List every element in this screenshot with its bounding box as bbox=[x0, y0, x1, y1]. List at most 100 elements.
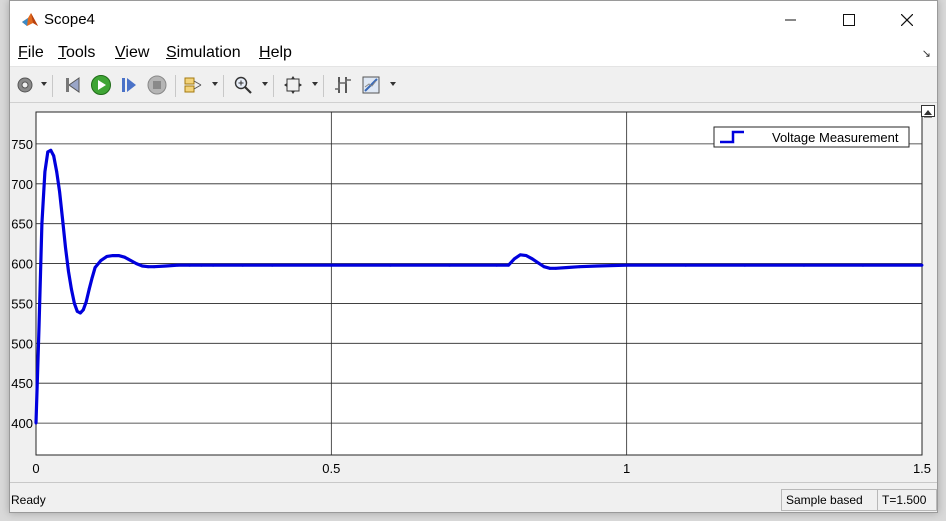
signal-selector-icon bbox=[184, 77, 202, 93]
data-point bbox=[270, 263, 274, 267]
data-point bbox=[495, 263, 499, 267]
data-point bbox=[73, 302, 76, 305]
autoscale-button[interactable] bbox=[282, 73, 304, 97]
minimize-button[interactable] bbox=[762, 1, 820, 39]
data-point bbox=[117, 254, 121, 257]
run-button[interactable] bbox=[90, 73, 112, 97]
close-icon bbox=[901, 14, 913, 26]
style-button[interactable] bbox=[360, 73, 382, 97]
data-point bbox=[188, 263, 192, 267]
data-point bbox=[49, 148, 53, 152]
minimize-icon bbox=[785, 19, 796, 21]
y-tick-label: 550 bbox=[11, 296, 33, 311]
data-point bbox=[105, 255, 109, 258]
data-point bbox=[87, 287, 91, 291]
scope-window: Scope4 File Tools View Simulation Help ↘ bbox=[9, 0, 938, 513]
zoom-button[interactable] bbox=[232, 73, 254, 97]
x-tick-label: 1 bbox=[623, 461, 630, 476]
data-point bbox=[46, 150, 50, 154]
chart-legend: Voltage Measurement bbox=[713, 126, 910, 148]
data-point bbox=[81, 308, 85, 312]
status-ready: Ready bbox=[11, 493, 46, 507]
data-point bbox=[595, 264, 599, 268]
run-icon bbox=[91, 75, 111, 95]
sample-mode: Sample based bbox=[781, 489, 878, 511]
data-point bbox=[123, 255, 126, 259]
cursor-measurements-icon bbox=[335, 77, 351, 93]
data-point bbox=[99, 259, 103, 262]
simulation-time: T=1.500 bbox=[877, 489, 937, 511]
settings-icon bbox=[17, 77, 33, 93]
plot-area: 400 450 500 550 600 650 700 750 0 0.5 1 1.5 Voltag… bbox=[10, 103, 937, 481]
settings-button[interactable] bbox=[14, 73, 36, 97]
window-title: Scope4 bbox=[44, 11, 95, 28]
data-point bbox=[90, 276, 94, 280]
data-point bbox=[70, 287, 73, 291]
step-forward-button[interactable] bbox=[118, 73, 140, 97]
signal-selector-button[interactable] bbox=[182, 73, 204, 97]
menu-view[interactable]: View bbox=[115, 44, 149, 62]
data-point bbox=[34, 421, 38, 425]
menu-tools[interactable]: Tools bbox=[58, 44, 95, 62]
menu-help[interactable]: Help bbox=[259, 44, 292, 62]
data-point bbox=[524, 254, 528, 257]
step-forward-icon bbox=[122, 78, 136, 92]
y-tick-label: 750 bbox=[11, 137, 33, 152]
data-point bbox=[554, 266, 558, 270]
menu-bar: File Tools View Simulation Help ↘ bbox=[10, 39, 937, 67]
x-tick-label: 1.5 bbox=[913, 461, 931, 476]
data-point bbox=[684, 263, 688, 267]
scope-chart[interactable]: 400 450 500 550 600 650 700 750 0 0.5 1 1.5 Voltag… bbox=[10, 103, 938, 481]
data-point bbox=[200, 263, 203, 267]
data-point bbox=[43, 170, 47, 174]
data-point bbox=[578, 265, 581, 269]
matlab-logo-icon bbox=[22, 13, 38, 26]
data-point bbox=[329, 263, 333, 267]
data-point bbox=[37, 326, 41, 329]
y-tick-label: 450 bbox=[11, 376, 33, 391]
menu-file[interactable]: File bbox=[18, 44, 44, 62]
data-point bbox=[743, 263, 747, 267]
stop-button[interactable] bbox=[146, 73, 168, 97]
data-point bbox=[146, 265, 150, 269]
toolbar bbox=[10, 67, 937, 103]
cursor-measurements-button[interactable] bbox=[332, 73, 354, 97]
step-back-icon bbox=[66, 77, 80, 93]
y-tick-label: 400 bbox=[11, 416, 33, 431]
data-point bbox=[389, 263, 392, 267]
data-point bbox=[536, 261, 540, 265]
maximize-icon bbox=[843, 14, 855, 26]
data-point bbox=[530, 257, 534, 261]
data-point bbox=[135, 262, 138, 265]
data-point bbox=[211, 263, 215, 267]
restore-axes-icon[interactable] bbox=[921, 105, 935, 118]
style-icon bbox=[362, 76, 380, 94]
data-point bbox=[61, 218, 64, 222]
dock-arrow-icon[interactable]: ↘ bbox=[922, 47, 931, 60]
status-bar: Ready Sample based T=1.500 bbox=[10, 482, 937, 512]
data-point bbox=[152, 265, 156, 269]
autoscale-icon bbox=[284, 76, 302, 94]
data-point bbox=[140, 264, 144, 268]
data-point bbox=[78, 311, 82, 315]
data-point bbox=[507, 263, 510, 267]
title-bar: Scope4 bbox=[10, 1, 937, 39]
menu-simulation[interactable]: Simulation bbox=[166, 44, 241, 62]
data-point bbox=[129, 259, 132, 262]
data-point bbox=[58, 190, 61, 194]
close-button[interactable] bbox=[878, 1, 936, 39]
data-point bbox=[448, 263, 451, 267]
data-point bbox=[176, 263, 180, 267]
data-point bbox=[164, 264, 168, 268]
data-point bbox=[241, 263, 245, 267]
data-point bbox=[93, 266, 97, 269]
step-back-button[interactable] bbox=[62, 73, 84, 97]
data-point bbox=[64, 246, 67, 250]
data-point bbox=[548, 266, 552, 270]
stop-icon bbox=[147, 75, 167, 95]
data-point bbox=[111, 254, 115, 257]
maximize-button[interactable] bbox=[820, 1, 878, 39]
data-point bbox=[84, 300, 88, 304]
data-point bbox=[920, 263, 924, 267]
data-point bbox=[518, 253, 522, 257]
